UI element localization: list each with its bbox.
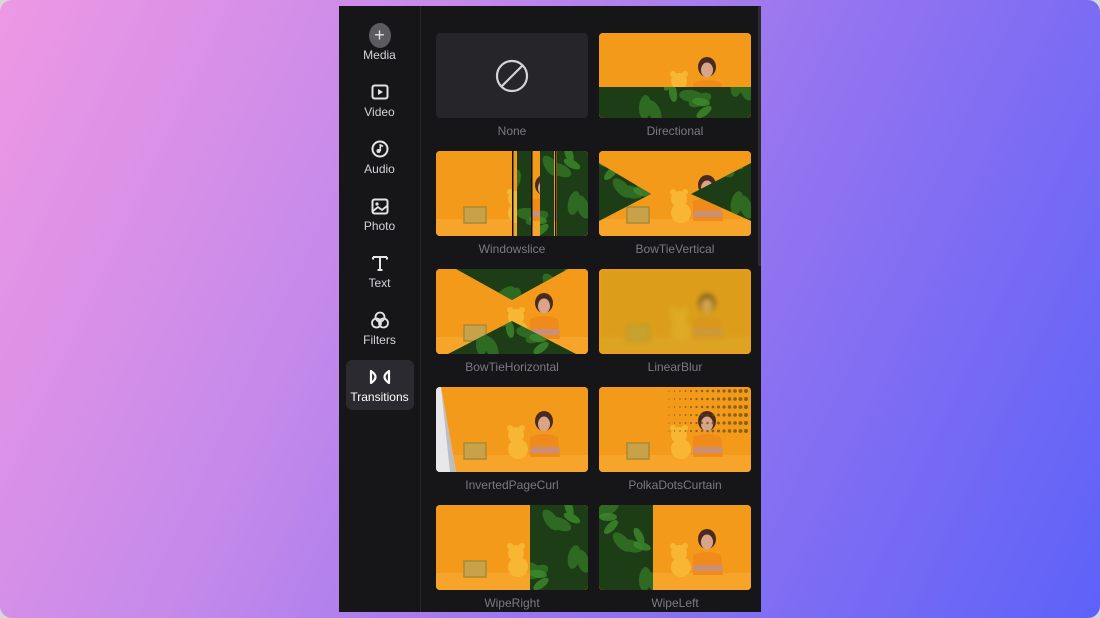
transition-item-bowtie-horizontal[interactable]: BowTieHorizontal [436,269,588,387]
plus-circle-icon: + [368,22,391,48]
transition-label: None [497,124,527,138]
sidebar-item-text[interactable]: Text [346,246,414,296]
transition-thumbnail [599,387,751,472]
sidebar-item-photo[interactable]: Photo [346,189,414,239]
sidebar-rail: + Media Video Audio Photo Text Filters T… [339,6,421,612]
transitions-grid: None Directional Windowslice BowTieVerti… [436,33,761,612]
transition-label: Directional [646,124,704,138]
transition-item-wipe-right[interactable]: WipeRight [436,505,588,612]
sidebar-item-label: Audio [364,162,395,176]
transition-item-bowtie-vertical[interactable]: BowTieVertical [599,151,751,269]
transition-label: InvertedPageCurl [465,478,559,492]
preview-image [599,505,751,590]
transition-label: PolkaDotsCurtain [628,478,722,492]
transition-item-wipe-left[interactable]: WipeLeft [599,505,751,612]
sidebar-item-label: Filters [363,333,396,347]
sidebar-item-label: Photo [363,219,396,233]
transition-item-none[interactable]: None [436,33,588,151]
sidebar-item-audio[interactable]: Audio [346,132,414,182]
no-transition-icon [495,59,529,92]
transition-label: LinearBlur [647,360,703,374]
sidebar-item-transitions[interactable]: Transitions [345,360,414,410]
sidebar-item-label: Media [363,48,396,62]
transition-label: BowTieVertical [635,242,715,256]
bowtie-transition-icon [369,366,391,388]
transition-thumbnail [436,505,588,590]
transition-thumbnail [599,269,751,354]
preview-image [436,151,588,236]
sidebar-item-label: Transitions [350,390,409,404]
sidebar-item-filters[interactable]: Filters [346,303,414,353]
transition-thumbnail [436,151,588,236]
transition-thumbnail [436,387,588,472]
preview-image [436,387,588,472]
sidebar-item-label: Text [368,276,391,290]
panel-scrollbar[interactable] [758,6,761,266]
editor-app-window: + Media Video Audio Photo Text Filters T… [339,6,761,612]
preview-image [599,33,751,118]
transition-item-inverted-page-curl[interactable]: InvertedPageCurl [436,387,588,505]
transition-label: WipeRight [484,596,540,610]
transition-label: BowTieHorizontal [465,360,559,374]
transition-thumbnail [599,33,751,118]
video-play-icon [369,81,391,103]
transition-item-linear-blur[interactable]: LinearBlur [599,269,751,387]
transition-thumbnail [436,269,588,354]
preview-image [599,269,751,354]
music-note-icon [369,138,391,160]
transition-label: Windowslice [478,242,546,256]
preview-image [436,505,588,590]
preview-image [599,151,751,236]
transition-thumbnail [599,505,751,590]
transition-item-directional[interactable]: Directional [599,33,751,151]
transition-thumbnail [599,151,751,236]
filters-circles-icon [369,309,391,331]
transition-item-windowslice[interactable]: Windowslice [436,151,588,269]
sidebar-item-media[interactable]: + Media [346,18,414,68]
preview-image [599,387,751,472]
sidebar-item-video[interactable]: Video [346,75,414,125]
transition-item-polka-dots-curtain[interactable]: PolkaDotsCurtain [599,387,751,505]
text-t-icon [369,252,391,274]
transition-thumbnail [436,33,588,118]
gradient-backdrop: + Media Video Audio Photo Text Filters T… [0,0,1100,618]
preview-image [436,269,588,354]
image-icon [369,195,391,217]
transition-label: WipeLeft [651,596,699,610]
sidebar-item-label: Video [364,105,395,119]
transitions-panel: None Directional Windowslice BowTieVerti… [421,6,761,612]
